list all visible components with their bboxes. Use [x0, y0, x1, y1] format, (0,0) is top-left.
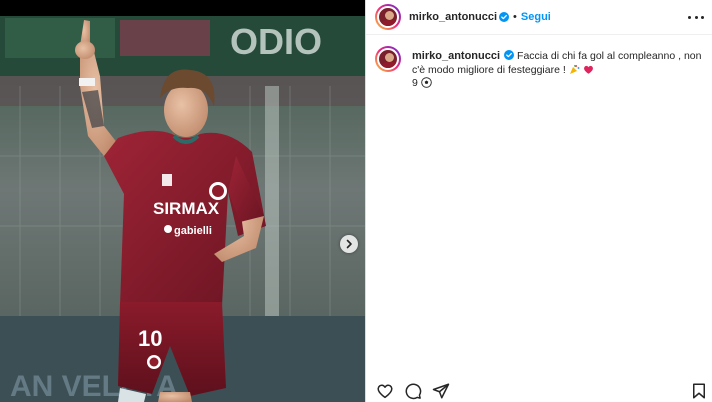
post-photo: ODIO AN VELETA SIRMAX gabielli 10 — [0, 16, 365, 402]
like-button[interactable] — [376, 382, 394, 400]
instagram-post-view: ODIO AN VELETA SIRMAX gabielli 10 mirko_… — [0, 0, 712, 402]
party-popper-icon — [569, 64, 580, 74]
caption-text: mirko_antonucci Faccia di chi fa gol al … — [412, 50, 702, 91]
verified-badge-icon — [504, 50, 515, 60]
shorts-number: 10 — [138, 326, 162, 351]
save-button[interactable] — [690, 382, 708, 400]
comment-icon — [405, 383, 422, 400]
author-avatar[interactable] — [375, 4, 401, 30]
bookmark-icon — [693, 383, 705, 399]
media-top-band — [0, 0, 365, 16]
follow-button[interactable]: Segui — [521, 11, 551, 23]
caption-line-two: 9 — [412, 77, 418, 89]
post-details-panel: mirko_antonucci • Segui mirko_antonucci — [365, 0, 712, 402]
post-actions — [366, 380, 712, 402]
post-header: mirko_antonucci • Segui — [366, 0, 712, 35]
heart-icon — [377, 384, 393, 399]
comment-button[interactable] — [404, 382, 422, 400]
soccer-ball-icon — [421, 77, 432, 88]
next-media-button[interactable] — [340, 235, 358, 253]
post-media[interactable]: ODIO AN VELETA SIRMAX gabielli 10 — [0, 0, 365, 402]
red-heart-icon — [583, 65, 593, 74]
more-options-icon[interactable] — [688, 10, 704, 24]
share-button[interactable] — [432, 382, 450, 400]
author-row: mirko_antonucci • Segui — [409, 11, 551, 23]
chevron-right-icon — [346, 239, 352, 249]
jersey-sponsor-text: SIRMAX — [153, 199, 220, 218]
caption-author-username[interactable]: mirko_antonucci — [412, 50, 500, 62]
share-icon — [432, 383, 450, 399]
author-username[interactable]: mirko_antonucci — [409, 11, 497, 23]
caption-author-avatar[interactable] — [375, 46, 401, 72]
separator-dot: • — [513, 11, 517, 23]
stadium-banner-text: ODIO — [230, 21, 322, 62]
jersey-secondary-sponsor: gabielli — [174, 225, 212, 237]
verified-badge-icon — [499, 12, 510, 22]
